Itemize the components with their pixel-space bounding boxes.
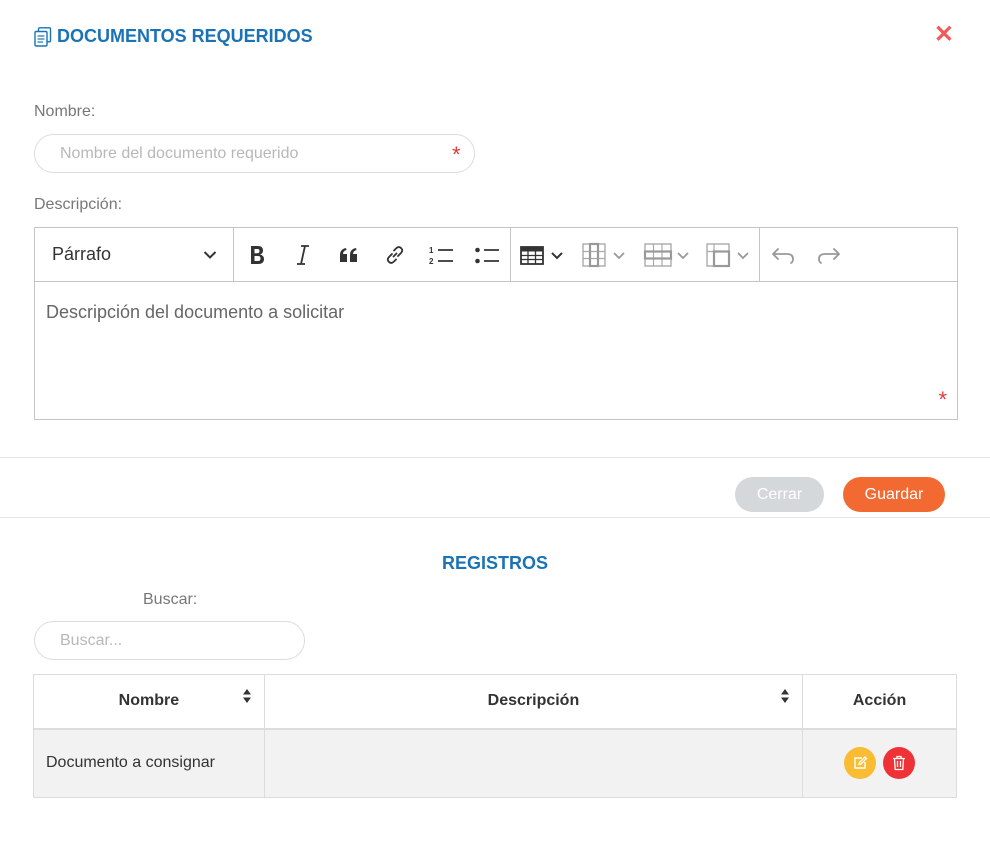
- undo-button[interactable]: [760, 228, 806, 281]
- bulleted-list-button[interactable]: [464, 228, 510, 281]
- italic-icon: [297, 244, 309, 265]
- table-row-icon: [643, 242, 689, 267]
- merge-cells-icon: [706, 242, 749, 267]
- svg-text:2: 2: [429, 257, 434, 266]
- guardar-button[interactable]: Guardar: [843, 477, 945, 512]
- row-actions: [803, 747, 956, 780]
- descripcion-label: Descripción:: [34, 196, 123, 213]
- column-header-label: Acción: [852, 692, 907, 710]
- divider: [0, 517, 990, 518]
- nombre-input[interactable]: [35, 135, 474, 172]
- column-header-accion: Acción: [802, 674, 957, 730]
- descripcion-required-mark: *: [938, 387, 947, 412]
- insert-table-button[interactable]: [511, 228, 573, 281]
- search-label: Buscar:: [143, 591, 198, 608]
- chevron-down-icon: [203, 250, 217, 259]
- numbered-list-icon: 12: [429, 246, 453, 266]
- modal-header: DOCUMENTOS REQUERIDOS ✕: [34, 23, 956, 52]
- insert-table-icon: [520, 245, 563, 265]
- column-header-descripcion[interactable]: Descripción: [263, 674, 804, 730]
- column-header-label: Nombre: [118, 692, 180, 710]
- modal-title-text: DOCUMENTOS REQUERIDOS: [57, 26, 313, 46]
- cell-accion: [802, 728, 957, 798]
- table-group: [511, 228, 760, 281]
- merge-cells-button[interactable]: [697, 228, 759, 281]
- registros-heading: REGISTROS: [441, 553, 548, 573]
- numbered-list-button[interactable]: 12: [418, 228, 464, 281]
- documents-icon: [34, 26, 52, 47]
- modal-title: DOCUMENTOS REQUERIDOS: [34, 26, 956, 47]
- italic-button[interactable]: [280, 228, 326, 281]
- link-button[interactable]: [372, 228, 418, 281]
- nombre-required-mark: *: [452, 142, 461, 167]
- svg-text:1: 1: [429, 246, 434, 255]
- nombre-field-wrapper: [34, 134, 475, 173]
- nombre-label: Nombre:: [34, 103, 96, 120]
- column-header-nombre[interactable]: Nombre: [33, 674, 265, 730]
- search-input[interactable]: [35, 622, 304, 659]
- column-header-label: Descripción: [487, 692, 580, 710]
- blockquote-icon: [340, 247, 357, 262]
- registros-table: Nombre Descripción Acción Documento a co…: [33, 674, 957, 798]
- redo-icon: [818, 247, 840, 264]
- link-icon: [386, 245, 404, 264]
- bold-button[interactable]: [234, 228, 280, 281]
- rich-text-editor: Párrafo 12 Descripción del documento a s…: [34, 227, 958, 420]
- table-row: Documento a consignar: [33, 728, 957, 798]
- bulleted-list-icon: [475, 247, 499, 263]
- delete-button[interactable]: [883, 747, 916, 780]
- blockquote-button[interactable]: [326, 228, 372, 281]
- sort-icon: [781, 689, 790, 703]
- cerrar-button[interactable]: Cerrar: [735, 477, 824, 512]
- cell-descripcion: [263, 728, 804, 798]
- close-icon[interactable]: ✕: [934, 23, 954, 47]
- descripcion-placeholder: Descripción del documento a solicitar: [46, 302, 345, 322]
- bold-icon: [251, 245, 264, 264]
- history-group: [760, 228, 852, 281]
- table-row-button[interactable]: [635, 228, 697, 281]
- cell-nombre: Documento a consignar: [33, 728, 265, 798]
- table-column-button[interactable]: [573, 228, 635, 281]
- editor-toolbar: Párrafo 12: [35, 228, 957, 282]
- table-column-icon: [582, 242, 625, 267]
- edit-button[interactable]: [844, 747, 877, 780]
- edit-icon: [854, 756, 868, 769]
- paragraph-select-label: Párrafo: [52, 244, 112, 264]
- trash-icon: [893, 756, 906, 771]
- divider: [0, 457, 990, 458]
- sort-icon: [242, 689, 251, 703]
- paragraph-select[interactable]: Párrafo: [35, 228, 234, 281]
- redo-button[interactable]: [806, 228, 852, 281]
- format-group: 12: [234, 228, 511, 281]
- descripcion-editor-area[interactable]: Descripción del documento a solicitar *: [35, 282, 957, 419]
- undo-icon: [772, 247, 794, 264]
- search-field-wrapper: [34, 621, 305, 660]
